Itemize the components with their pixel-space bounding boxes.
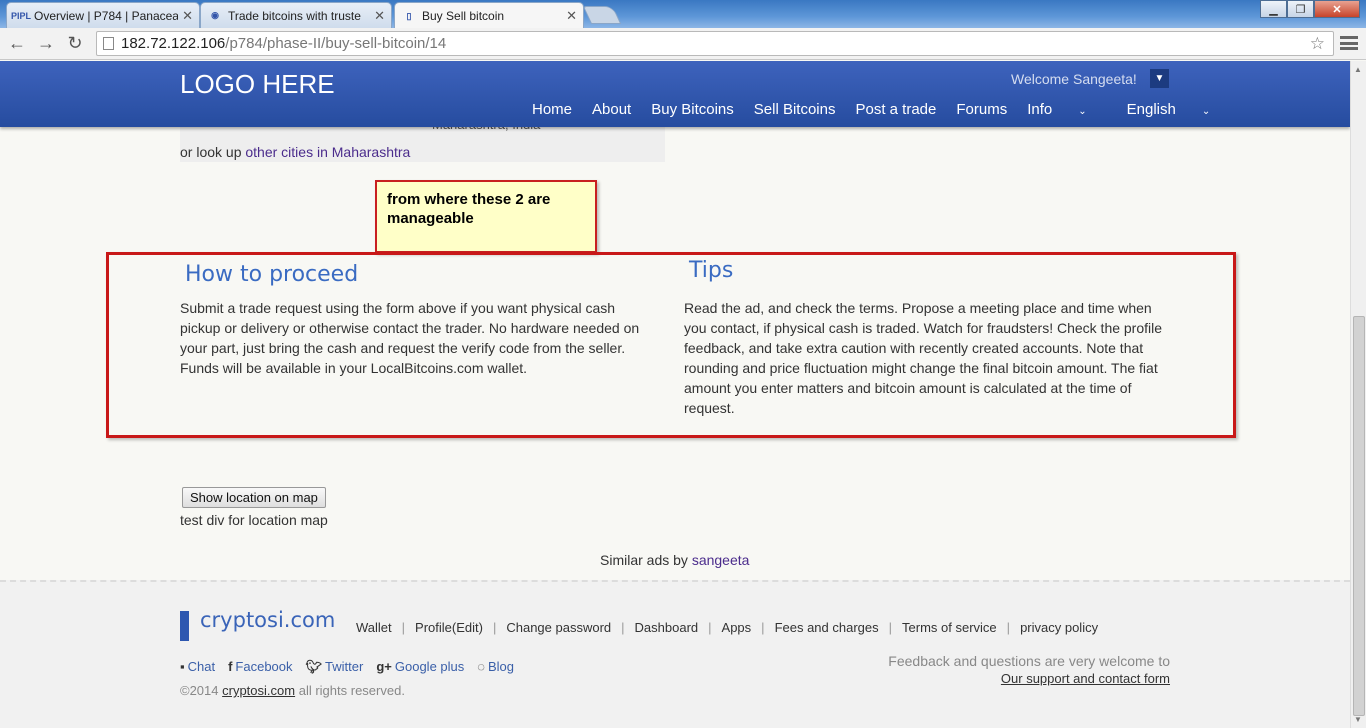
restore-icon[interactable]: ❐ [1287,0,1314,18]
nav-info[interactable]: Info ⌄ [1027,101,1106,118]
map-test-div: test div for location map [180,512,328,528]
main-nav: Home About Buy Bitcoins Sell Bitcoins Po… [532,101,1250,118]
footer-links: Wallet | Profile(Edit) | Change password | … [356,620,1099,635]
copyright-prefix: ©2014 [180,683,219,698]
social-facebook-label: Facebook [235,659,293,674]
lookup-prefix: or look up [180,144,242,160]
footer-link-privacy[interactable]: privacy policy [1020,620,1098,635]
chat-icon: ▪ [180,659,185,674]
close-tab-icon[interactable]: ✕ [182,8,193,24]
footer-link-profile-edit[interactable]: Profile(Edit) [415,620,483,635]
social-twitter-label: Twitter [325,659,364,674]
support-contact-link[interactable]: Our support and contact form [888,671,1170,686]
social-google-plus-label: Google plus [394,659,465,674]
google-plus-icon: g+ [376,659,392,674]
bookmark-star-icon[interactable]: ☆ [1310,32,1325,55]
feedback-text: Feedback and questions are very welcome … [888,653,1170,669]
footer-logo[interactable]: cryptosi.com [200,608,335,632]
url-host: 182.72.122.106 [121,35,226,52]
copyright-suffix: all rights reserved. [298,683,405,698]
other-cities-link[interactable]: other cities in Maharashtra [245,144,410,160]
page-favicon-icon: ▯ [406,10,412,21]
footer-link-terms[interactable]: Terms of service [902,620,997,635]
reload-icon[interactable]: ↻ [63,31,87,55]
social-blog[interactable]: ◌ Blog [477,659,514,675]
show-location-on-map-button[interactable]: Show location on map [182,487,326,508]
window-controls: ▁ ❐ ✕ [1260,0,1360,18]
nav-buy-bitcoins[interactable]: Buy Bitcoins [651,101,734,118]
social-blog-label: Blog [488,659,515,674]
social-links: ▪ Chat f Facebook 🐦︎ Twitter g+ Google plus … [180,659,527,675]
close-tab-icon[interactable]: ✕ [566,8,577,24]
nav-language[interactable]: English ⌄ [1127,101,1231,118]
tips-title: Tips [689,258,734,283]
chevron-down-icon: ⌄ [1201,106,1211,117]
similar-ads-user-link[interactable]: sangeeta [692,552,750,568]
footer-link-dashboard[interactable]: Dashboard [635,620,699,635]
browser-tab-bar: PIPL Overview | P784 | Panacea ✕ ◉ Trade… [0,0,1366,29]
browser-tab-overview[interactable]: PIPL Overview | P784 | Panacea ✕ [6,2,200,28]
social-chat[interactable]: ▪ Chat [180,659,215,675]
forward-arrow-icon[interactable]: → [34,31,58,55]
tips-text: Read the ad, and check the terms. Propos… [684,300,1163,416]
close-tab-icon[interactable]: ✕ [374,8,385,24]
social-twitter[interactable]: 🐦︎ Twitter [306,659,364,675]
nav-forums[interactable]: Forums [956,101,1007,118]
copyright: ©2014 cryptosi.com all rights reserved. [180,683,405,698]
facebook-icon: f [228,659,233,674]
address-bar[interactable]: 182.72.122.106/p784/phase-II/buy-sell-bi… [96,31,1334,56]
pipl-favicon-icon: PIPL [11,10,32,21]
browser-tab-buy-sell[interactable]: ▯ Buy Sell bitcoin ✕ [394,2,584,29]
browser-tab-trade-bitcoins[interactable]: ◉ Trade bitcoins with truste ✕ [200,2,392,28]
tab-title: Trade bitcoins with truste [228,8,361,23]
nav-language-label: English [1126,101,1176,118]
footer-link-fees[interactable]: Fees and charges [775,620,879,635]
feedback-block: Feedback and questions are very welcome … [888,653,1170,686]
copyright-link[interactable]: cryptosi.com [222,683,295,698]
nav-home[interactable]: Home [532,101,572,118]
url-path: /p784/phase-II/buy-sell-bitcoin/14 [225,35,447,52]
site-header: LOGO HERE Welcome Sangeeta! ▼ Home About… [0,61,1350,127]
welcome-text[interactable]: Welcome Sangeeta! [1011,71,1137,87]
footer-link-wallet[interactable]: Wallet [356,620,392,635]
scroll-up-icon[interactable]: ▲ [1354,65,1362,74]
rss-icon: ◌ [477,659,485,674]
how-to-proceed-text: Submit a trade request using the form ab… [180,300,640,376]
tab-title: Buy Sell bitcoin [422,9,505,23]
window-close-icon[interactable]: ✕ [1314,0,1360,18]
back-arrow-icon[interactable]: ← [5,31,29,55]
new-tab-button[interactable] [582,6,622,24]
similar-ads-prefix: Similar ads by [600,552,688,568]
similar-ads: Similar ads by sangeeta [600,552,749,568]
chevron-down-icon: ⌄ [1078,106,1087,117]
tab-title: Overview | P784 | Panacea [34,8,179,23]
annotation-note: from where these 2 are manageable [375,180,597,253]
nav-about[interactable]: About [592,101,631,118]
how-to-proceed-title: How to proceed [185,262,359,287]
footer-link-change-password[interactable]: Change password [506,620,611,635]
twitter-icon: 🐦︎ [305,659,323,674]
site-footer: cryptosi.com Wallet | Profile(Edit) | Chan… [0,580,1350,728]
nav-post-a-trade[interactable]: Post a trade [855,101,936,118]
page-scrollbar[interactable]: ▲ ▼ [1350,61,1366,728]
social-chat-label: Chat [187,659,216,674]
lookup-line: or look up other cities in Maharashtra [180,144,410,160]
social-facebook[interactable]: f Facebook [228,659,292,675]
nav-info-label: Info [1027,101,1053,118]
scrollbar-thumb[interactable] [1353,316,1365,716]
scroll-down-icon[interactable]: ▼ [1354,715,1362,724]
minimize-icon[interactable]: ▁ [1260,0,1287,18]
page-viewport: LOGO HERE Welcome Sangeeta! ▼ Home About… [0,61,1350,728]
nav-sell-bitcoins[interactable]: Sell Bitcoins [754,101,836,118]
footer-logo-bar [180,611,189,641]
user-menu-chevron-down-icon[interactable]: ▼ [1150,69,1169,88]
bitcoin-favicon-icon: ◉ [211,10,219,20]
browser-menu-icon[interactable] [1340,34,1358,52]
footer-link-apps[interactable]: Apps [722,620,752,635]
social-google-plus[interactable]: g+ Google plus [376,659,464,675]
site-logo[interactable]: LOGO HERE [180,69,335,100]
browser-toolbar: ← → ↻ 182.72.122.106/p784/phase-II/buy-s… [0,28,1366,60]
page-icon [103,37,114,50]
